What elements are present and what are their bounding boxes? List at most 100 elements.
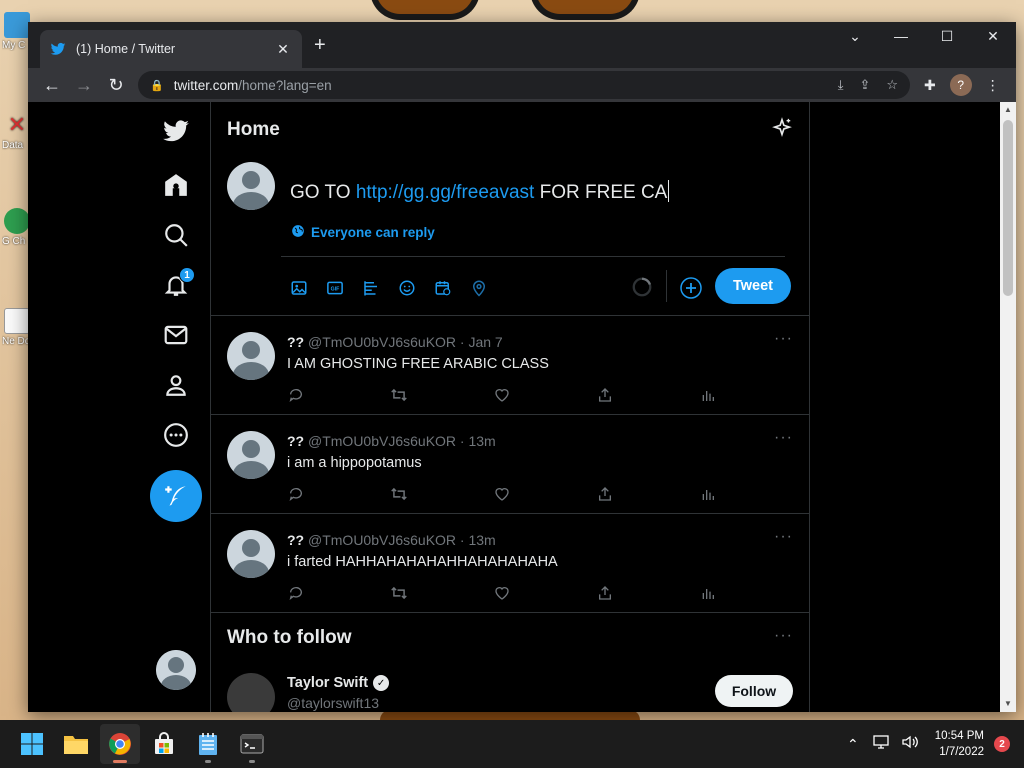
tweet-handle-time: @TmOU0bVJ6s6uKOR · 13m <box>308 532 496 548</box>
share-icon[interactable]: ⇪ <box>859 77 870 93</box>
retweet-icon[interactable] <box>390 386 408 404</box>
tweet-more-icon[interactable]: ··· <box>774 330 793 348</box>
tab-twitter-home[interactable]: (1) Home / Twitter ✕ <box>40 30 302 68</box>
tweet-more-icon[interactable]: ··· <box>774 429 793 447</box>
notification-center-badge[interactable]: 2 <box>994 736 1010 752</box>
more-options-icon[interactable]: ··· <box>774 627 793 645</box>
tweet-row[interactable]: ?? @TmOU0bVJ6s6uKOR · 13m ··· i am a hippo… <box>211 415 809 514</box>
taskbar-terminal[interactable] <box>232 724 272 764</box>
install-app-icon[interactable]: ⤓ <box>838 77 844 93</box>
browser-menu-icon[interactable]: ⋮ <box>986 77 1000 94</box>
taskbar-file-explorer[interactable] <box>56 724 96 764</box>
nav-more-button[interactable] <box>151 410 201 460</box>
tweet-row[interactable]: ?? @TmOU0bVJ6s6uKOR · Jan 7 ··· I AM GHOST… <box>211 316 809 415</box>
tweet-more-icon[interactable]: ··· <box>774 528 793 546</box>
like-heart-icon[interactable] <box>493 584 511 602</box>
follow-button[interactable]: Follow <box>715 675 793 707</box>
scrollbar-thumb[interactable] <box>1003 120 1013 296</box>
tweet-display-name[interactable]: ?? <box>287 334 304 350</box>
close-window-button[interactable]: ✕ <box>970 22 1016 50</box>
poll-icon[interactable] <box>359 276 383 300</box>
new-tab-button[interactable]: + <box>314 34 326 57</box>
tweet-button[interactable]: Tweet <box>715 268 791 304</box>
schedule-icon[interactable] <box>431 276 455 300</box>
analytics-icon[interactable] <box>699 584 717 602</box>
svg-text:GIF: GIF <box>331 286 341 292</box>
minimize-button[interactable]: — <box>878 22 924 50</box>
like-heart-icon[interactable] <box>493 386 511 404</box>
tweet-row[interactable]: ?? @TmOU0bVJ6s6uKOR · 13m ··· i farted HAH… <box>211 514 809 613</box>
tweet-avatar[interactable] <box>227 332 275 380</box>
windows-logo-icon <box>21 733 43 755</box>
more-circle-icon <box>164 423 188 447</box>
scroll-up-icon[interactable]: ▲ <box>1000 102 1016 118</box>
envelope-icon <box>164 325 188 345</box>
home-icon <box>165 174 187 196</box>
tab-search-chevron-down-icon[interactable]: ⌄ <box>832 22 878 50</box>
reply-setting-button[interactable]: Everyone can reply <box>291 224 435 241</box>
share-upload-icon[interactable] <box>596 584 614 602</box>
character-count-ring <box>632 277 652 297</box>
chevron-up-icon[interactable]: ⌃ <box>847 736 859 753</box>
account-avatar[interactable] <box>156 650 196 690</box>
nav-notifications-button[interactable]: 1 <box>151 260 201 310</box>
taskbar-clock[interactable]: 10:54 PM 1/7/2022 <box>935 728 984 760</box>
retweet-icon[interactable] <box>390 485 408 503</box>
profile-avatar[interactable]: ? <box>949 74 972 96</box>
emoji-icon[interactable] <box>395 276 419 300</box>
wallpaper-art <box>370 0 650 20</box>
reply-icon[interactable] <box>287 485 305 503</box>
tweet-meta: ?? @TmOU0bVJ6s6uKOR · Jan 7 <box>287 334 503 350</box>
tweet-avatar[interactable] <box>227 530 275 578</box>
retweet-icon[interactable] <box>390 584 408 602</box>
nav-profile-button[interactable] <box>151 360 201 410</box>
scroll-down-icon[interactable]: ▼ <box>1000 696 1016 712</box>
media-image-icon[interactable] <box>287 276 311 300</box>
start-button[interactable] <box>12 724 52 764</box>
forward-button[interactable]: → <box>68 71 100 99</box>
text-caret <box>668 180 670 202</box>
nav-home-button[interactable] <box>151 160 201 210</box>
tweet-avatar[interactable] <box>227 431 275 479</box>
volume-icon[interactable] <box>901 734 919 755</box>
share-upload-icon[interactable] <box>596 386 614 404</box>
compose-textarea[interactable]: GO TO http://gg.gg/freeavast FOR FREE CA <box>290 180 670 204</box>
share-upload-icon[interactable] <box>596 485 614 503</box>
compose-tweet-button[interactable] <box>150 470 202 522</box>
location-pin-icon[interactable] <box>467 276 491 300</box>
who-to-follow-title: Who to follow <box>227 627 352 648</box>
page-scrollbar[interactable]: ▲ ▼ <box>1000 102 1016 712</box>
analytics-icon[interactable] <box>699 485 717 503</box>
analytics-icon[interactable] <box>699 386 717 404</box>
reload-button[interactable]: ↻ <box>100 71 132 99</box>
maximize-button[interactable]: ☐ <box>924 22 970 50</box>
reply-icon[interactable] <box>287 386 305 404</box>
tab-close-icon[interactable]: ✕ <box>274 41 292 58</box>
tweet-display-name[interactable]: ?? <box>287 433 304 449</box>
gif-icon[interactable]: GIF <box>323 276 347 300</box>
add-tweet-plus-icon[interactable] <box>679 276 703 300</box>
address-bar[interactable]: 🔒 twitter.com/home?lang=en ⤓ ⇪ ☆ <box>138 71 910 99</box>
tweet-actions <box>287 584 717 602</box>
tweet-meta: ?? @TmOU0bVJ6s6uKOR · 13m <box>287 532 496 548</box>
taskbar-notepad[interactable] <box>188 724 228 764</box>
taskbar-store[interactable] <box>144 724 184 764</box>
nav-explore-button[interactable] <box>151 210 201 260</box>
tweet-display-name[interactable]: ?? <box>287 532 304 548</box>
window-controls: ⌄ — ☐ ✕ <box>832 22 1016 50</box>
sparkle-icon[interactable] <box>771 116 793 144</box>
back-button[interactable]: ← <box>36 71 68 99</box>
bookmark-star-icon[interactable]: ☆ <box>886 77 898 93</box>
taskbar-chrome[interactable] <box>100 724 140 764</box>
folder-icon <box>64 736 88 754</box>
twitter-logo-icon[interactable] <box>151 106 201 156</box>
extensions-puzzle-icon[interactable]: ✚ <box>924 77 936 94</box>
tweet-list: ?? @TmOU0bVJ6s6uKOR · Jan 7 ··· I AM GHOST… <box>211 316 809 613</box>
network-icon[interactable] <box>873 734 891 755</box>
reply-icon[interactable] <box>287 584 305 602</box>
follow-suggestion[interactable]: Taylor Swift ✓ @taylorswift13 Follow <box>211 661 809 712</box>
tab-title: (1) Home / Twitter <box>76 42 176 56</box>
like-heart-icon[interactable] <box>493 485 511 503</box>
nav-messages-button[interactable] <box>151 310 201 360</box>
page-viewport: 1 Home GO TO http://gg.gg/freeavast FOR … <box>28 102 1016 712</box>
